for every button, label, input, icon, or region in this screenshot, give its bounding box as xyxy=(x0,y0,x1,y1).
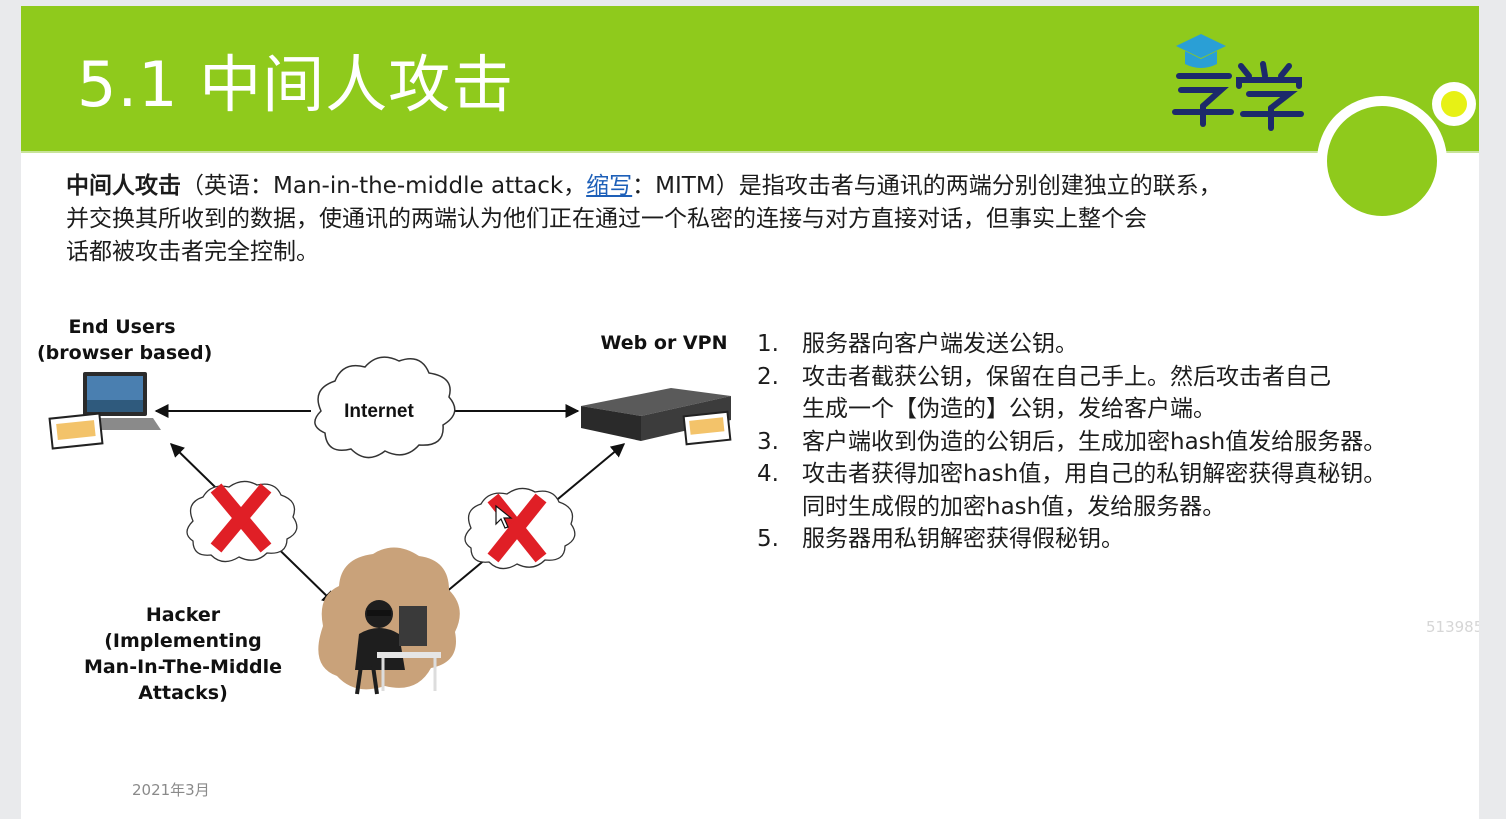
step-number: 5. xyxy=(757,526,779,552)
abbreviation-link[interactable]: 缩写 xyxy=(586,173,632,199)
list-item: 3. 客户端收到伪造的公钥后，生成加密hash值发给服务器。 xyxy=(757,426,1477,459)
hacker-line-2: (Implementing xyxy=(104,630,262,652)
footer-date: 2021年3月 xyxy=(132,781,210,799)
intro-text-2: ：MITM）是指攻击者与通讯的两端分别创建独立的联系， xyxy=(632,173,1222,199)
steps-list: 1. 服务器向客户端发送公钥。 2. 攻击者截获公钥，保留在自己手上。然后攻击者… xyxy=(757,328,1477,556)
intro-text-1: （英语：Man-in-the-middle attack， xyxy=(181,173,587,199)
hacker-line-3: Man-In-The-Middle xyxy=(83,656,283,678)
server-icon xyxy=(581,388,732,446)
step-number: 2. xyxy=(757,363,779,390)
laptop-icon xyxy=(48,372,161,450)
step-line: 同时生成假的加密hash值，发给服务器。 xyxy=(802,493,1226,520)
list-item: 4. 攻击者获得加密hash值，用自己的私钥解密获得真秘钥。 同时生成假的加密h… xyxy=(757,458,1477,523)
decorative-dot-inner xyxy=(1441,91,1467,117)
step-line: 服务器用私钥解密获得假秘钥。 xyxy=(802,526,1124,552)
intro-line-3: 话都被攻击者完全控制。 xyxy=(66,239,319,265)
intro-term: 中间人攻击 xyxy=(66,173,181,199)
step-line: 客户端收到伪造的公钥后，生成加密hash值发给服务器。 xyxy=(802,428,1387,455)
web-vpn-label: Web or VPN xyxy=(600,332,728,354)
step-number: 4. xyxy=(757,461,779,487)
step-line: 生成一个【伪造的】公钥，发给客户端。 xyxy=(802,396,1216,422)
step-text: 服务器用私钥解密获得假秘钥。 xyxy=(802,523,1477,556)
step-number: 1. xyxy=(757,331,779,357)
hacker-icon xyxy=(318,547,460,695)
step-number: 3. xyxy=(757,428,779,455)
list-item: 1. 服务器向客户端发送公钥。 xyxy=(757,328,1477,361)
intro-line-2: 并交换其所收到的数据，使通讯的两端认为他们正在通过一个私密的连接与对方直接对话，… xyxy=(66,206,1147,232)
step-line: 攻击者截获公钥，保留在自己手上。然后攻击者自己 xyxy=(802,363,1331,390)
end-users-line-2: (browser based) xyxy=(37,342,213,364)
step-line: 服务器向客户端发送公钥。 xyxy=(802,331,1078,357)
internet-label: Internet xyxy=(344,401,414,422)
watermark: 5139851801 xyxy=(1426,618,1479,636)
hacker-line-1: Hacker xyxy=(145,604,221,626)
end-users-label: End Users (browser based) xyxy=(37,314,213,366)
list-item: 5. 服务器用私钥解密获得假秘钥。 xyxy=(757,523,1477,556)
step-text: 攻击者截获公钥，保留在自己手上。然后攻击者自己 生成一个【伪造的】公钥，发给客户… xyxy=(802,361,1477,426)
end-users-line-1: End Users xyxy=(68,316,176,338)
step-text: 客户端收到伪造的公钥后，生成加密hash值发给服务器。 xyxy=(802,426,1477,459)
intro-paragraph: 中间人攻击（英语：Man-in-the-middle attack，缩写：MIT… xyxy=(66,170,1396,269)
step-line: 攻击者获得加密hash值，用自己的私钥解密获得真秘钥。 xyxy=(802,461,1387,487)
step-text: 服务器向客户端发送公钥。 xyxy=(802,328,1477,361)
slide: 5.1 中间人攻击 中间人攻击（英语：Man-in-the-middle att… xyxy=(21,6,1479,819)
hacker-label: Hacker (Implementing Man-In-The-Middle A… xyxy=(83,602,283,706)
step-text: 攻击者获得加密hash值，用自己的私钥解密获得真秘钥。 同时生成假的加密hash… xyxy=(802,458,1477,523)
list-item: 2. 攻击者截获公钥，保留在自己手上。然后攻击者自己 生成一个【伪造的】公钥，发… xyxy=(757,361,1477,426)
slide-title: 5.1 中间人攻击 xyxy=(77,48,515,121)
graduation-cap-icon xyxy=(1176,34,1226,68)
title-divider xyxy=(21,151,1479,153)
logo xyxy=(1172,34,1304,131)
hacker-line-4: Attacks) xyxy=(138,682,228,704)
mitm-diagram: Internet End Users (browser based) Web o… xyxy=(21,296,761,726)
